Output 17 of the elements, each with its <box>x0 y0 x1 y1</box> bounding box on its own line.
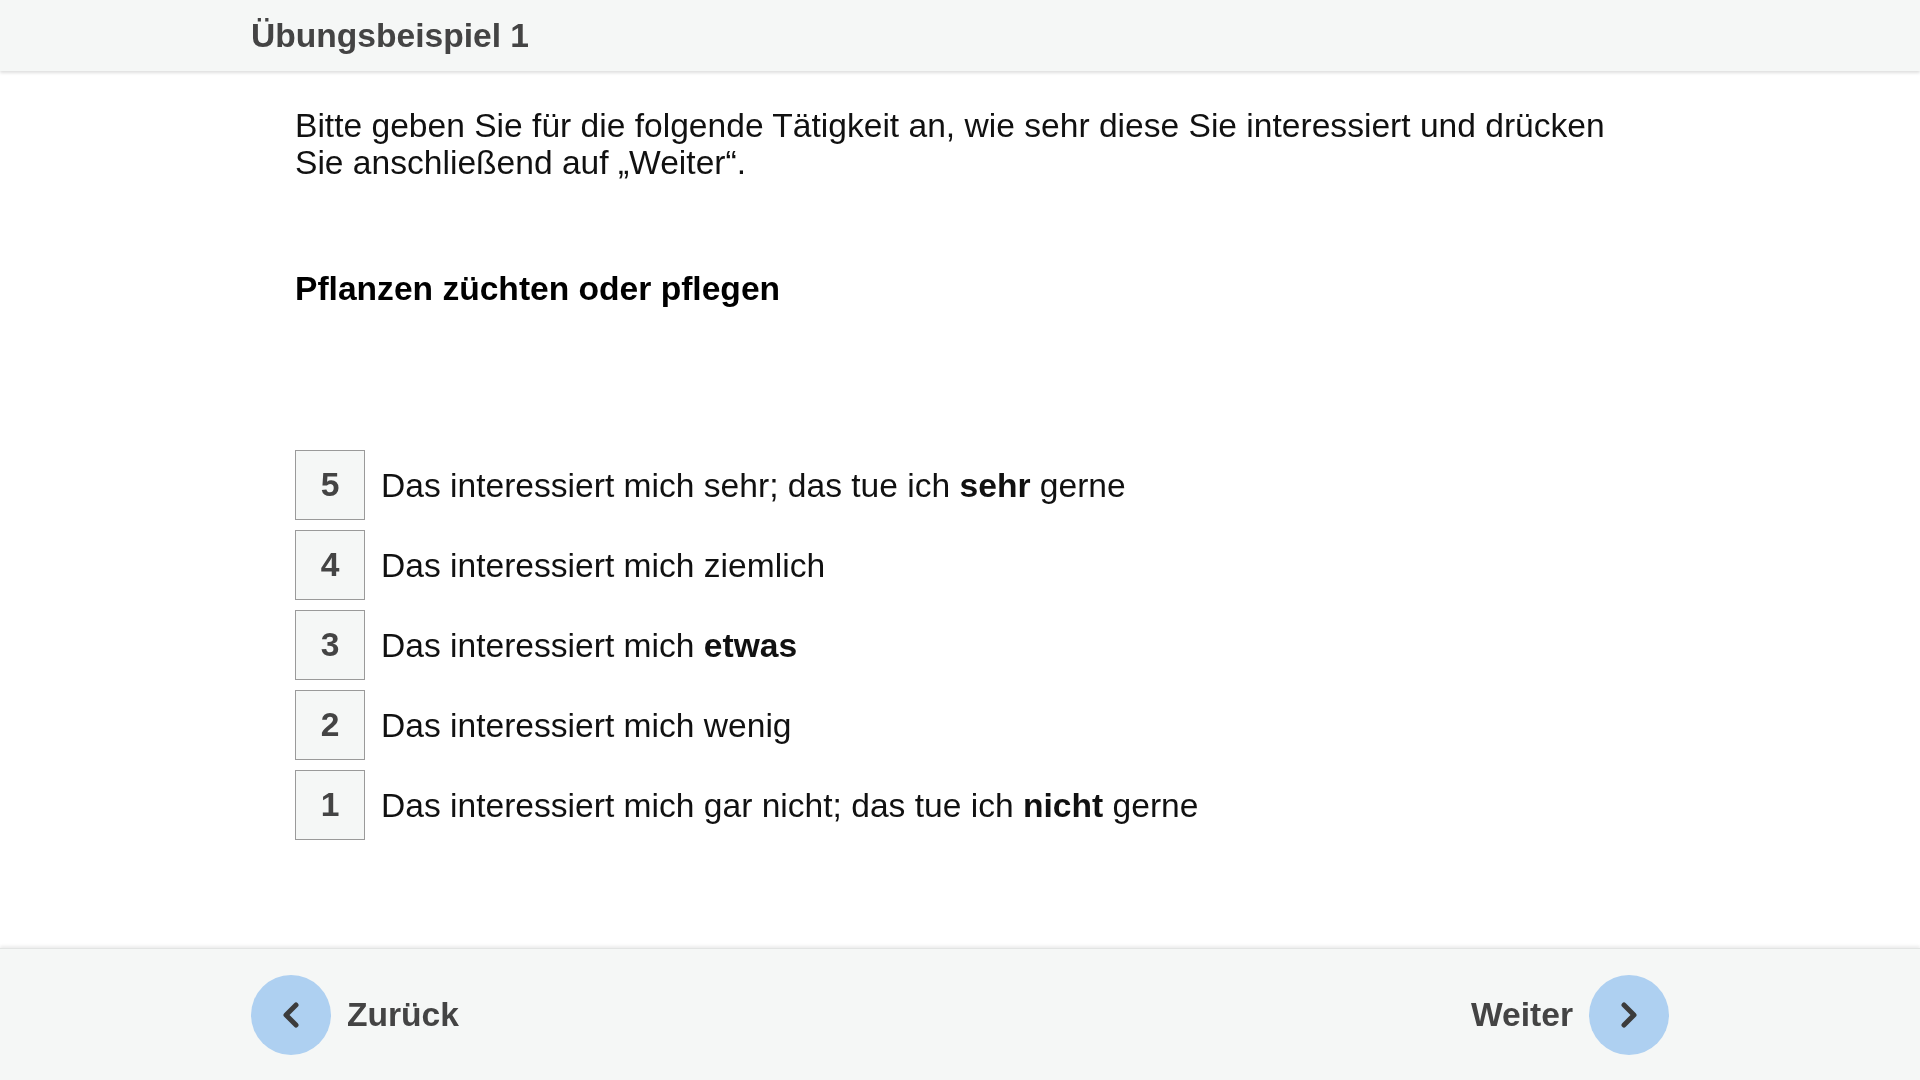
option-label: Das interessiert mich sehr; das tue ich sehr gerne <box>381 466 1126 504</box>
rating-button[interactable]: 3 <box>295 610 365 680</box>
rating-button[interactable]: 1 <box>295 770 365 840</box>
chevron-right-icon <box>1589 974 1669 1055</box>
rating-button[interactable]: 4 <box>295 530 365 600</box>
rating-button[interactable]: 2 <box>295 690 365 760</box>
instruction-text: Bitte geben Sie für die folgende Tätigkeit an, wie sehr diese Sie interessiert und drücken Sie anschließend auf „Weiter“. <box>295 107 1606 181</box>
activity-heading: Pflanzen züchten oder pflegen <box>295 270 781 307</box>
back-button[interactable]: Zurück <box>251 974 459 1055</box>
rating-button[interactable]: 5 <box>295 450 365 520</box>
option-label: Das interessiert mich ziemlich <box>381 546 826 584</box>
page-title: Übungsbeispiel 1 <box>251 17 529 54</box>
chevron-left-icon <box>251 974 331 1055</box>
next-button[interactable]: Weiter <box>1471 974 1669 1055</box>
option-label: Das interessiert mich wenig <box>381 706 792 744</box>
option-label: Das interessiert mich gar nicht; das tue ich nicht gerne <box>381 786 1199 824</box>
option-label: Das interessiert mich etwas <box>381 626 798 664</box>
